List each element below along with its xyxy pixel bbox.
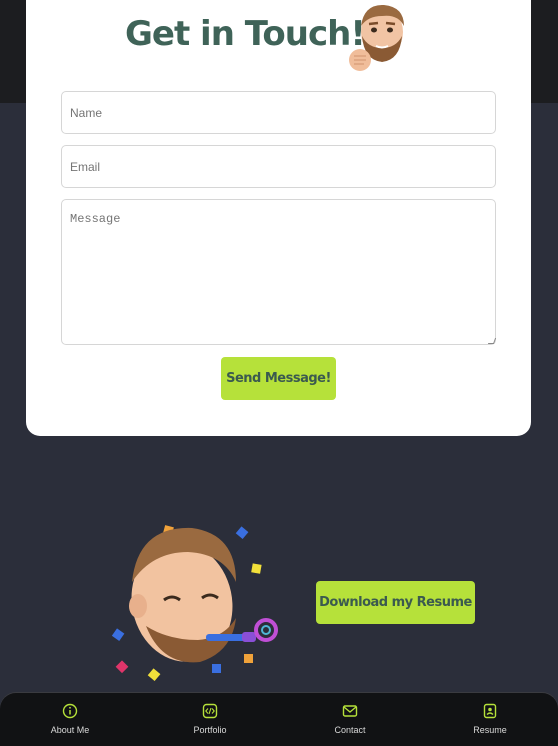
- nav-label-about-me: About Me: [50, 725, 90, 735]
- send-message-button[interactable]: Send Message!: [221, 357, 336, 400]
- nav-item-resume[interactable]: Resume: [420, 693, 558, 746]
- resume-icon: [483, 703, 497, 719]
- nav-label-portfolio: Portfolio: [193, 725, 227, 735]
- nav-label-resume: Resume: [473, 725, 507, 735]
- memoji-party-avatar: [111, 525, 278, 682]
- name-input[interactable]: [61, 91, 496, 134]
- mail-icon: [342, 705, 358, 717]
- info-icon: [62, 703, 78, 719]
- nav-label-contact: Contact: [334, 725, 366, 735]
- code-icon: [202, 703, 218, 719]
- contact-header: Get in Touch!: [0, 0, 558, 80]
- bottom-nav: About Me Portfolio Contact Resume: [0, 693, 558, 746]
- email-input[interactable]: [61, 145, 496, 188]
- nav-item-about-me[interactable]: About Me: [0, 693, 140, 746]
- memoji-pointing-avatar: [349, 4, 404, 76]
- download-resume-button[interactable]: Download my Resume: [316, 581, 475, 624]
- nav-item-portfolio[interactable]: Portfolio: [140, 693, 280, 746]
- nav-item-contact[interactable]: Contact: [280, 693, 420, 746]
- page-title: Get in Touch!: [125, 14, 366, 54]
- message-textarea[interactable]: [61, 199, 496, 345]
